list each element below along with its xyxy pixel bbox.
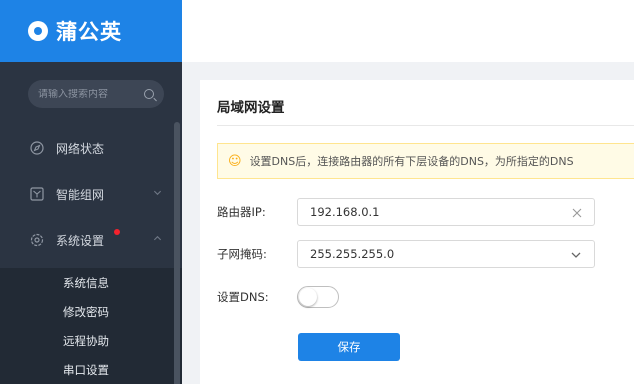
nav-item-system-settings[interactable]: 系统设置: [0, 217, 182, 263]
nav-item-label: 系统设置: [56, 233, 105, 248]
notification-dot: [114, 229, 120, 235]
smile-icon: ☺: [228, 153, 242, 169]
brand-header: 蒲公英: [0, 0, 182, 62]
clear-icon[interactable]: [572, 208, 582, 218]
submenu-item-change-password[interactable]: 修改密码: [0, 297, 182, 326]
search-box[interactable]: [28, 80, 164, 108]
brand-logo-icon: [28, 21, 48, 41]
divider: [217, 125, 634, 126]
notice-text: 设置DNS后，连接路由器的所有下层设备的DNS，为所指定的DNS: [249, 155, 574, 168]
settings-icon: [30, 233, 44, 247]
nav-item-label: 智能组网: [56, 187, 105, 202]
network-icon: [30, 187, 44, 201]
dns-toggle[interactable]: [297, 286, 339, 308]
subnet-mask-row: 子网掩码: 255.255.255.0: [217, 240, 595, 268]
save-button[interactable]: 保存: [298, 333, 400, 361]
sidebar: 蒲公英 网络状态 智能组网: [0, 0, 182, 384]
sidebar-scrollbar[interactable]: [174, 122, 180, 384]
system-settings-submenu: 系统信息 修改密码 远程协助 串口设置: [0, 268, 182, 384]
compass-icon: [30, 141, 44, 155]
notice-banner: ☺ 设置DNS后，连接路由器的所有下层设备的DNS，为所指定的DNS: [217, 143, 634, 179]
nav-item-network-status[interactable]: 网络状态: [0, 125, 182, 171]
router-ip-input[interactable]: 192.168.0.1: [297, 198, 595, 226]
router-ip-row: 路由器IP: 192.168.0.1: [217, 198, 595, 226]
router-ip-value: 192.168.0.1: [310, 205, 380, 219]
router-ip-label: 路由器IP:: [217, 205, 266, 219]
subnet-mask-select[interactable]: 255.255.255.0: [297, 240, 595, 268]
chevron-up-icon: [153, 235, 162, 241]
dns-row: 设置DNS:: [217, 286, 339, 308]
subnet-mask-label: 子网掩码:: [217, 247, 267, 261]
lan-settings-card: 局域网设置 ☺ 设置DNS后，连接路由器的所有下层设备的DNS，为所指定的DNS…: [200, 80, 634, 384]
dns-label: 设置DNS:: [217, 290, 269, 304]
submenu-item-serial-settings[interactable]: 串口设置: [0, 355, 182, 384]
nav-item-smart-network[interactable]: 智能组网: [0, 171, 182, 217]
nav-menu: 网络状态 智能组网 系统设置: [0, 125, 182, 263]
nav-item-label: 网络状态: [56, 141, 105, 156]
page-title: 局域网设置: [217, 100, 285, 116]
toggle-knob: [299, 288, 317, 306]
submenu-item-system-info[interactable]: 系统信息: [0, 268, 182, 297]
chevron-down-icon: [571, 252, 581, 258]
search-icon[interactable]: [144, 89, 154, 99]
search-input[interactable]: [38, 88, 144, 100]
brand-name: 蒲公英: [56, 20, 122, 44]
submenu-item-remote-assist[interactable]: 远程协助: [0, 326, 182, 355]
chevron-down-icon: [153, 190, 162, 196]
subnet-mask-value: 255.255.255.0: [310, 247, 395, 261]
top-bar: [182, 0, 634, 62]
